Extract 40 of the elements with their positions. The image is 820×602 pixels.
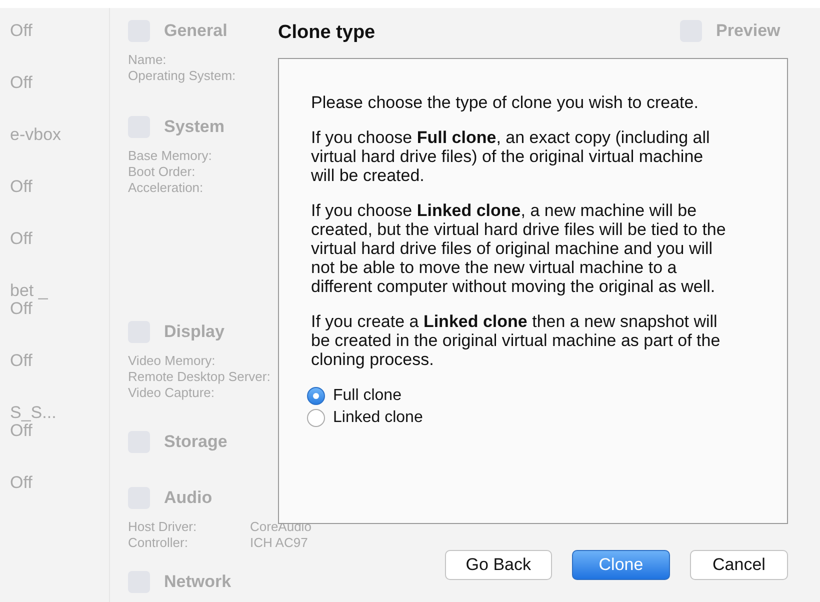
dialog-title: Clone type	[278, 22, 376, 44]
detail-label: Host Driver:	[128, 519, 197, 535]
vm-list-item[interactable]: Off	[10, 230, 109, 248]
vm-list-item[interactable]: Off	[10, 474, 109, 492]
detail-label: Name:	[128, 52, 166, 68]
radio-label[interactable]: Full clone	[333, 387, 402, 405]
detail-label: Controller:	[128, 535, 188, 551]
detail-label: Remote Desktop Server:	[128, 369, 270, 385]
radio-button[interactable]	[307, 409, 325, 427]
section-title: Network	[164, 572, 232, 592]
primary-button[interactable]: Clone	[572, 550, 670, 580]
section-title: System	[164, 117, 224, 137]
detail-label: Video Memory:	[128, 353, 216, 369]
vm-list-item[interactable]: Off	[10, 178, 109, 196]
detail-value: ICH AC97	[250, 535, 308, 551]
radio-button[interactable]	[307, 387, 325, 405]
detail-label: Boot Order:	[128, 164, 196, 180]
section-title: Audio	[164, 488, 212, 508]
dialog-button[interactable]: Cancel	[690, 550, 788, 580]
description-text: If you create a Linked clone then a new snapshot will be created in the original virtual machine as part of the cloning process.	[311, 312, 722, 369]
detail-label: Video Capture:	[128, 385, 214, 401]
section-title: General	[164, 21, 228, 41]
vm-list-item[interactable]: Off	[10, 352, 109, 370]
detail-label: Base Memory:	[128, 148, 212, 164]
section-title: Display	[164, 322, 224, 342]
radio-label[interactable]: Linked clone	[333, 409, 423, 427]
vm-list-item[interactable]: Off	[10, 22, 109, 40]
vm-list-item[interactable]: S_S... Off	[10, 404, 109, 440]
description-text: Please choose the type of clone you wish to create.	[311, 93, 700, 112]
description-text: If you choose Full clone, an exact copy (including all virtual hard drive files) of the original virtual machine will be created.	[311, 128, 711, 185]
dialog-button[interactable]: Go Back	[444, 550, 552, 580]
description-text: If you choose Linked clone, a new machine will be created, but the virtual hard drive files will be tied to the virtual hard drive files of original machine and you will not be able to move the new virtual machine to a different computer without moving the original as well.	[311, 201, 727, 296]
vm-list-item[interactable]: bet _ Off	[10, 282, 109, 318]
detail-value: CoreAudio	[250, 519, 312, 535]
detail-label: Operating System:	[128, 68, 236, 84]
preview-title: Preview	[716, 21, 780, 41]
vm-list-item[interactable]: e-vbox	[10, 126, 109, 144]
detail-label: Acceleration:	[128, 180, 204, 196]
vm-list-item[interactable]: Off	[10, 74, 109, 92]
section-title: Storage	[164, 432, 228, 452]
